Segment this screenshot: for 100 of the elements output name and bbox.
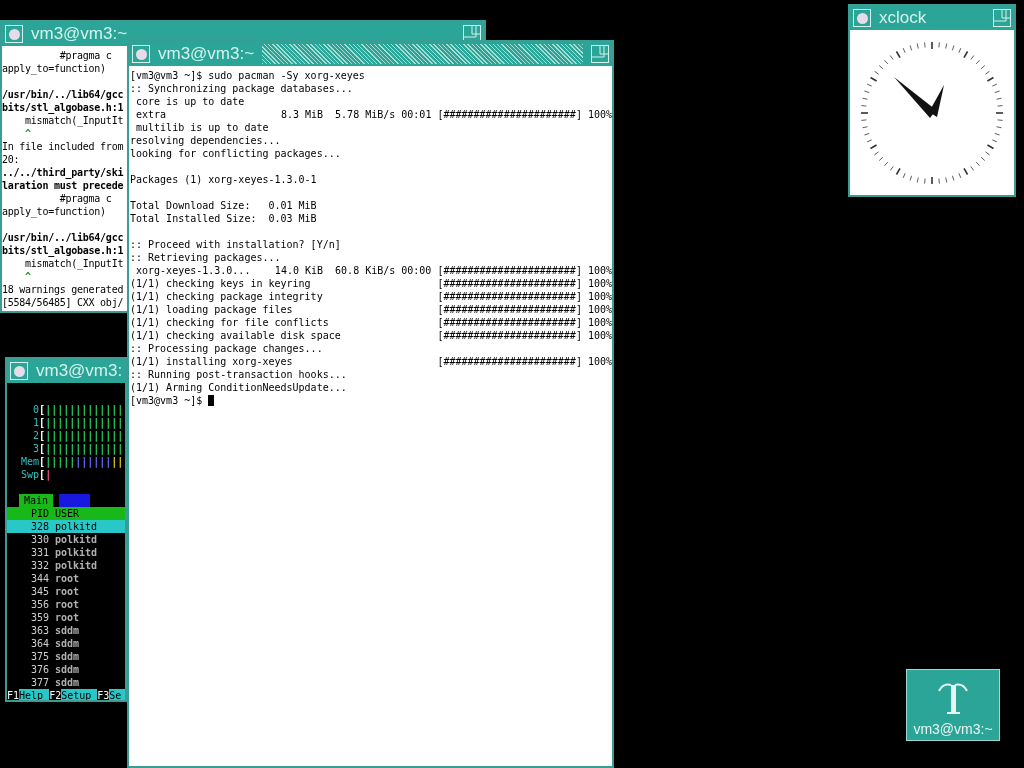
meter-ticks: ||||| <box>45 455 76 468</box>
process-row[interactable]: 364 sddm <box>7 637 125 650</box>
window-title: vm3@vm3:~ <box>31 24 128 44</box>
maximize-icon[interactable] <box>463 25 481 43</box>
progress-bar-text: [######################] <box>437 108 582 121</box>
percent-text: 100% <box>587 290 612 303</box>
progress-bar-text: [######################] <box>437 290 582 303</box>
terminal-line: apply_to=function) <box>2 62 106 75</box>
process-row[interactable]: 328 polkitd <box>7 520 125 533</box>
percent-text: 100% <box>587 277 612 290</box>
process-row[interactable]: 359 root <box>7 611 125 624</box>
window-title: vm3@vm3:~ <box>158 44 255 64</box>
meter-bracket: [ <box>39 416 46 429</box>
window-menu-button[interactable] <box>132 45 150 63</box>
htop-tab[interactable]: Main <box>19 494 54 507</box>
terminal-line: mismatch(_InputIt <box>24 114 124 127</box>
terminal-line: :: Synchronizing package databases... <box>130 82 353 95</box>
terminal-line: :: Proceed with installation? [Y/n] <box>130 238 341 251</box>
meter-ticks: | <box>45 468 52 481</box>
terminal-line: #pragma c <box>58 192 112 205</box>
progress-bar-text: [######################] <box>437 264 582 277</box>
process-row[interactable]: 377 sddm <box>7 676 125 689</box>
meter-label: Swp <box>19 468 39 481</box>
process-row[interactable]: 331 polkitd <box>7 546 125 559</box>
terminal-line: ^ <box>24 270 31 283</box>
terminal-line: core is up to date <box>135 95 245 108</box>
meter-bracket: [ <box>39 455 46 468</box>
percent-text: 100% <box>587 303 612 316</box>
percent-text: 100% <box>587 108 612 121</box>
percent-text: 100% <box>587 264 612 277</box>
meter-label: Mem <box>19 455 39 468</box>
progress-bar-text: [######################] <box>437 277 582 290</box>
terminal-line: bits/stl_algobase.h:1 <box>2 101 124 114</box>
column-header: PID USER <box>7 507 125 520</box>
terminal-line: :: Processing package changes... <box>130 342 323 355</box>
process-row[interactable]: 356 root <box>7 598 125 611</box>
terminal-line: Packages (1) xorg-xeyes-1.3.0-1 <box>130 173 317 186</box>
meter-ticks: || <box>111 455 124 468</box>
htop-tab[interactable] <box>59 494 91 507</box>
terminal-line: apply_to=function) <box>2 205 106 218</box>
meter-label: 1 <box>31 416 39 429</box>
maximize-icon[interactable] <box>993 9 1011 27</box>
process-row[interactable]: 345 root <box>7 585 125 598</box>
terminal-line: laration must precede <box>2 179 124 192</box>
meter-bracket: [ <box>39 403 46 416</box>
terminal-line: ../../third_party/ski <box>2 166 124 179</box>
terminal-line: (1/1) checking keys in keyring <box>130 277 311 290</box>
terminal-line: looking for conflicting packages... <box>130 147 341 160</box>
process-row[interactable]: 376 sddm <box>7 663 125 676</box>
meter-label: 3 <box>31 442 39 455</box>
meter-ticks: |||||| <box>75 455 112 468</box>
terminal-line: [5584/56485] CXX obj/ <box>2 296 124 309</box>
meter-label: 0 <box>31 403 39 416</box>
terminal-line: extra <box>135 108 167 121</box>
terminal-line: Total Installed Size: 0.03 MiB <box>130 212 317 225</box>
terminal-line: resolving dependencies... <box>130 134 281 147</box>
process-row[interactable]: 330 polkitd <box>7 533 125 546</box>
function-key: F3 <box>97 689 110 700</box>
window-menu-button[interactable] <box>10 362 28 380</box>
process-row[interactable]: 363 sddm <box>7 624 125 637</box>
percent-text: 100% <box>587 355 612 368</box>
terminal-line: 20: <box>2 153 20 166</box>
meter-ticks: ||||||||||||| <box>45 442 124 455</box>
terminal-line: :: Retrieving packages... <box>130 251 281 264</box>
terminal-line: ^ <box>24 127 31 140</box>
terminal-line: [vm3@vm3 ~]$ sudo pacman -Sy xorg-xeyes <box>130 69 365 82</box>
process-row[interactable]: 375 sddm <box>7 650 125 663</box>
progress-bar-text: [######################] <box>437 355 582 368</box>
maximize-icon[interactable] <box>591 45 609 63</box>
transfer-info: 8.3 MiB 5.78 MiB/s 00:01 <box>280 108 432 121</box>
terminal-line: xorg-xeyes-1.3.0... <box>135 264 251 277</box>
meter-ticks: ||||||||||||| <box>45 429 124 442</box>
terminal-line: Total Download Size: 0.01 MiB <box>130 199 317 212</box>
window-menu-button[interactable] <box>853 9 871 27</box>
terminal-line: multilib is up to date <box>135 121 269 134</box>
meter-bracket: [ <box>39 468 46 481</box>
terminal-line: (1/1) checking package integrity <box>130 290 323 303</box>
terminal-line: (1/1) Arming ConditionNeedsUpdate... <box>130 381 347 394</box>
meter-bracket: [ <box>39 442 46 455</box>
terminal-line: (1/1) checking available disk space <box>130 329 341 342</box>
process-row[interactable]: 344 root <box>7 572 125 585</box>
meter-ticks: ||||||||||||| <box>45 403 124 416</box>
terminal-line: bits/stl_algobase.h:1 <box>2 244 124 257</box>
meter-ticks: ||||||||||||| <box>45 416 124 429</box>
terminal-line: #pragma c <box>58 49 112 62</box>
terminal-line: In file included from <box>2 140 124 153</box>
window-title: vm3@vm3: <box>36 361 123 381</box>
percent-text: 100% <box>587 316 612 329</box>
window-title: xclock <box>879 8 927 28</box>
transfer-info: 14.0 KiB 60.8 KiB/s 00:00 <box>274 264 432 277</box>
window-menu-button[interactable] <box>5 25 23 43</box>
terminal-line: /usr/bin/../lib64/gcc <box>2 88 124 101</box>
progress-bar-text: [######################] <box>437 329 582 342</box>
terminal-line: (1/1) installing xorg-xeyes <box>130 355 293 368</box>
function-key: F2 <box>49 689 62 700</box>
process-row[interactable]: 332 polkitd <box>7 559 125 572</box>
percent-text: 100% <box>587 329 612 342</box>
terminal-line: (1/1) loading package files <box>130 303 293 316</box>
terminal-line: /usr/bin/../lib64/gcc <box>2 231 124 244</box>
function-key-label[interactable]: Se <box>109 689 125 700</box>
